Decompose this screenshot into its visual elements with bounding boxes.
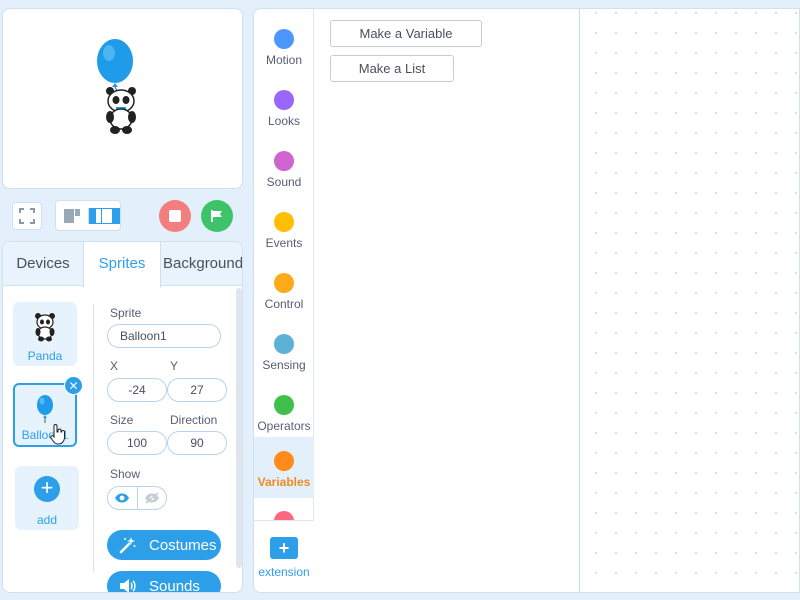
variables-dot-icon [274,451,294,471]
eye-off-icon [144,492,159,504]
sprite-panel: Devices Sprites Background Panda Balloon… [2,241,243,593]
add-sprite-label: add [36,513,58,527]
category-sound[interactable]: Sound [254,139,314,200]
category-label: Motion [265,53,303,67]
sprite-item-label: Panda [27,349,63,363]
sprite-panel-scrollbar[interactable] [236,288,242,568]
stage[interactable] [2,8,243,189]
plus-icon: + [34,476,60,502]
operators-dot-icon [274,395,294,415]
size-field[interactable]: 100 [107,431,167,455]
category-label: Operators [257,419,311,433]
extension-button[interactable]: + extension [254,520,314,592]
balloon-panda-icon[interactable] [96,39,156,139]
category-label: Events [265,236,303,250]
category-sensing[interactable]: Sensing [254,322,314,383]
make-list-button[interactable]: Make a List [330,55,454,82]
control-dot-icon [274,273,294,293]
sprite-name-label: Sprite [110,306,142,320]
divider [93,304,94,572]
motion-dot-icon [274,29,294,49]
sounds-label: Sounds [149,577,200,593]
sensing-dot-icon [274,334,294,354]
close-icon: ✕ [68,378,79,393]
hand-cursor-icon [50,424,65,445]
show-label: Show [110,467,141,481]
x-label: X [110,359,119,373]
category-operators[interactable]: Operators [254,383,314,444]
sprite-item-panda[interactable]: Panda [13,302,77,366]
small-stage-button[interactable] [56,208,88,224]
category-label: Control [264,297,304,311]
events-dot-icon [274,212,294,232]
speaker-icon [120,579,136,592]
category-motion[interactable]: Motion [254,17,314,78]
add-extension-icon: + [270,537,298,559]
add-sprite-button[interactable]: + add [15,466,79,530]
category-variables[interactable]: Variables [254,437,314,498]
direction-label: Direction [170,413,218,427]
sprite-name-field[interactable]: Balloon1 [107,324,221,348]
show-toggle [107,486,167,510]
stage-layout-toggle [55,200,121,231]
stop-icon [169,210,181,222]
green-flag-button[interactable] [201,200,233,232]
costumes-label: Costumes [149,536,217,554]
eye-icon [115,493,130,503]
fullscreen-icon [19,208,35,224]
panda-icon [35,313,55,342]
panel-tabs: Devices Sprites Background [3,242,242,288]
script-canvas[interactable] [581,9,799,592]
delete-sprite-button[interactable]: ✕ [64,376,83,395]
extension-label: extension [258,565,310,579]
show-button[interactable] [108,487,137,509]
category-label: Sensing [262,358,306,372]
small-stage-icon [63,208,80,223]
code-workspace: Motion Looks Sound Events Control Sensin… [253,8,800,593]
large-stage-icon [96,208,113,223]
category-looks[interactable]: Looks [254,78,314,139]
balloon-icon [37,395,53,423]
block-palette: Make a Variable Make a List [315,9,580,592]
fullscreen-button[interactable] [12,202,42,230]
tab-sprites[interactable]: Sprites [83,242,161,288]
tab-devices[interactable]: Devices [3,242,83,286]
looks-dot-icon [274,90,294,110]
category-menu: Motion Looks Sound Events Control Sensin… [254,9,314,592]
green-flag-icon [211,210,222,222]
more-dot-icon [274,511,294,520]
make-variable-button[interactable]: Make a Variable [330,20,482,47]
stop-button[interactable] [159,200,191,232]
category-label: Sound [266,175,302,189]
direction-field[interactable]: 90 [167,431,227,455]
sprite-item-balloon1[interactable]: Balloon1 ✕ [13,376,83,447]
hide-button[interactable] [136,487,167,509]
x-field[interactable]: -24 [107,378,167,402]
category-label: Looks [267,114,301,128]
category-control[interactable]: Control [254,261,314,322]
sound-dot-icon [274,151,294,171]
category-more[interactable] [254,501,314,520]
y-label: Y [170,359,179,373]
tab-background[interactable]: Background [161,242,242,286]
size-label: Size [110,413,134,427]
sounds-button[interactable]: Sounds [107,571,221,593]
costumes-button[interactable]: Costumes [107,530,221,560]
category-events[interactable]: Events [254,200,314,261]
y-field[interactable]: 27 [167,378,227,402]
large-stage-button[interactable] [87,207,120,224]
costume-wand-icon [119,537,136,554]
category-label: Variables [257,475,311,489]
